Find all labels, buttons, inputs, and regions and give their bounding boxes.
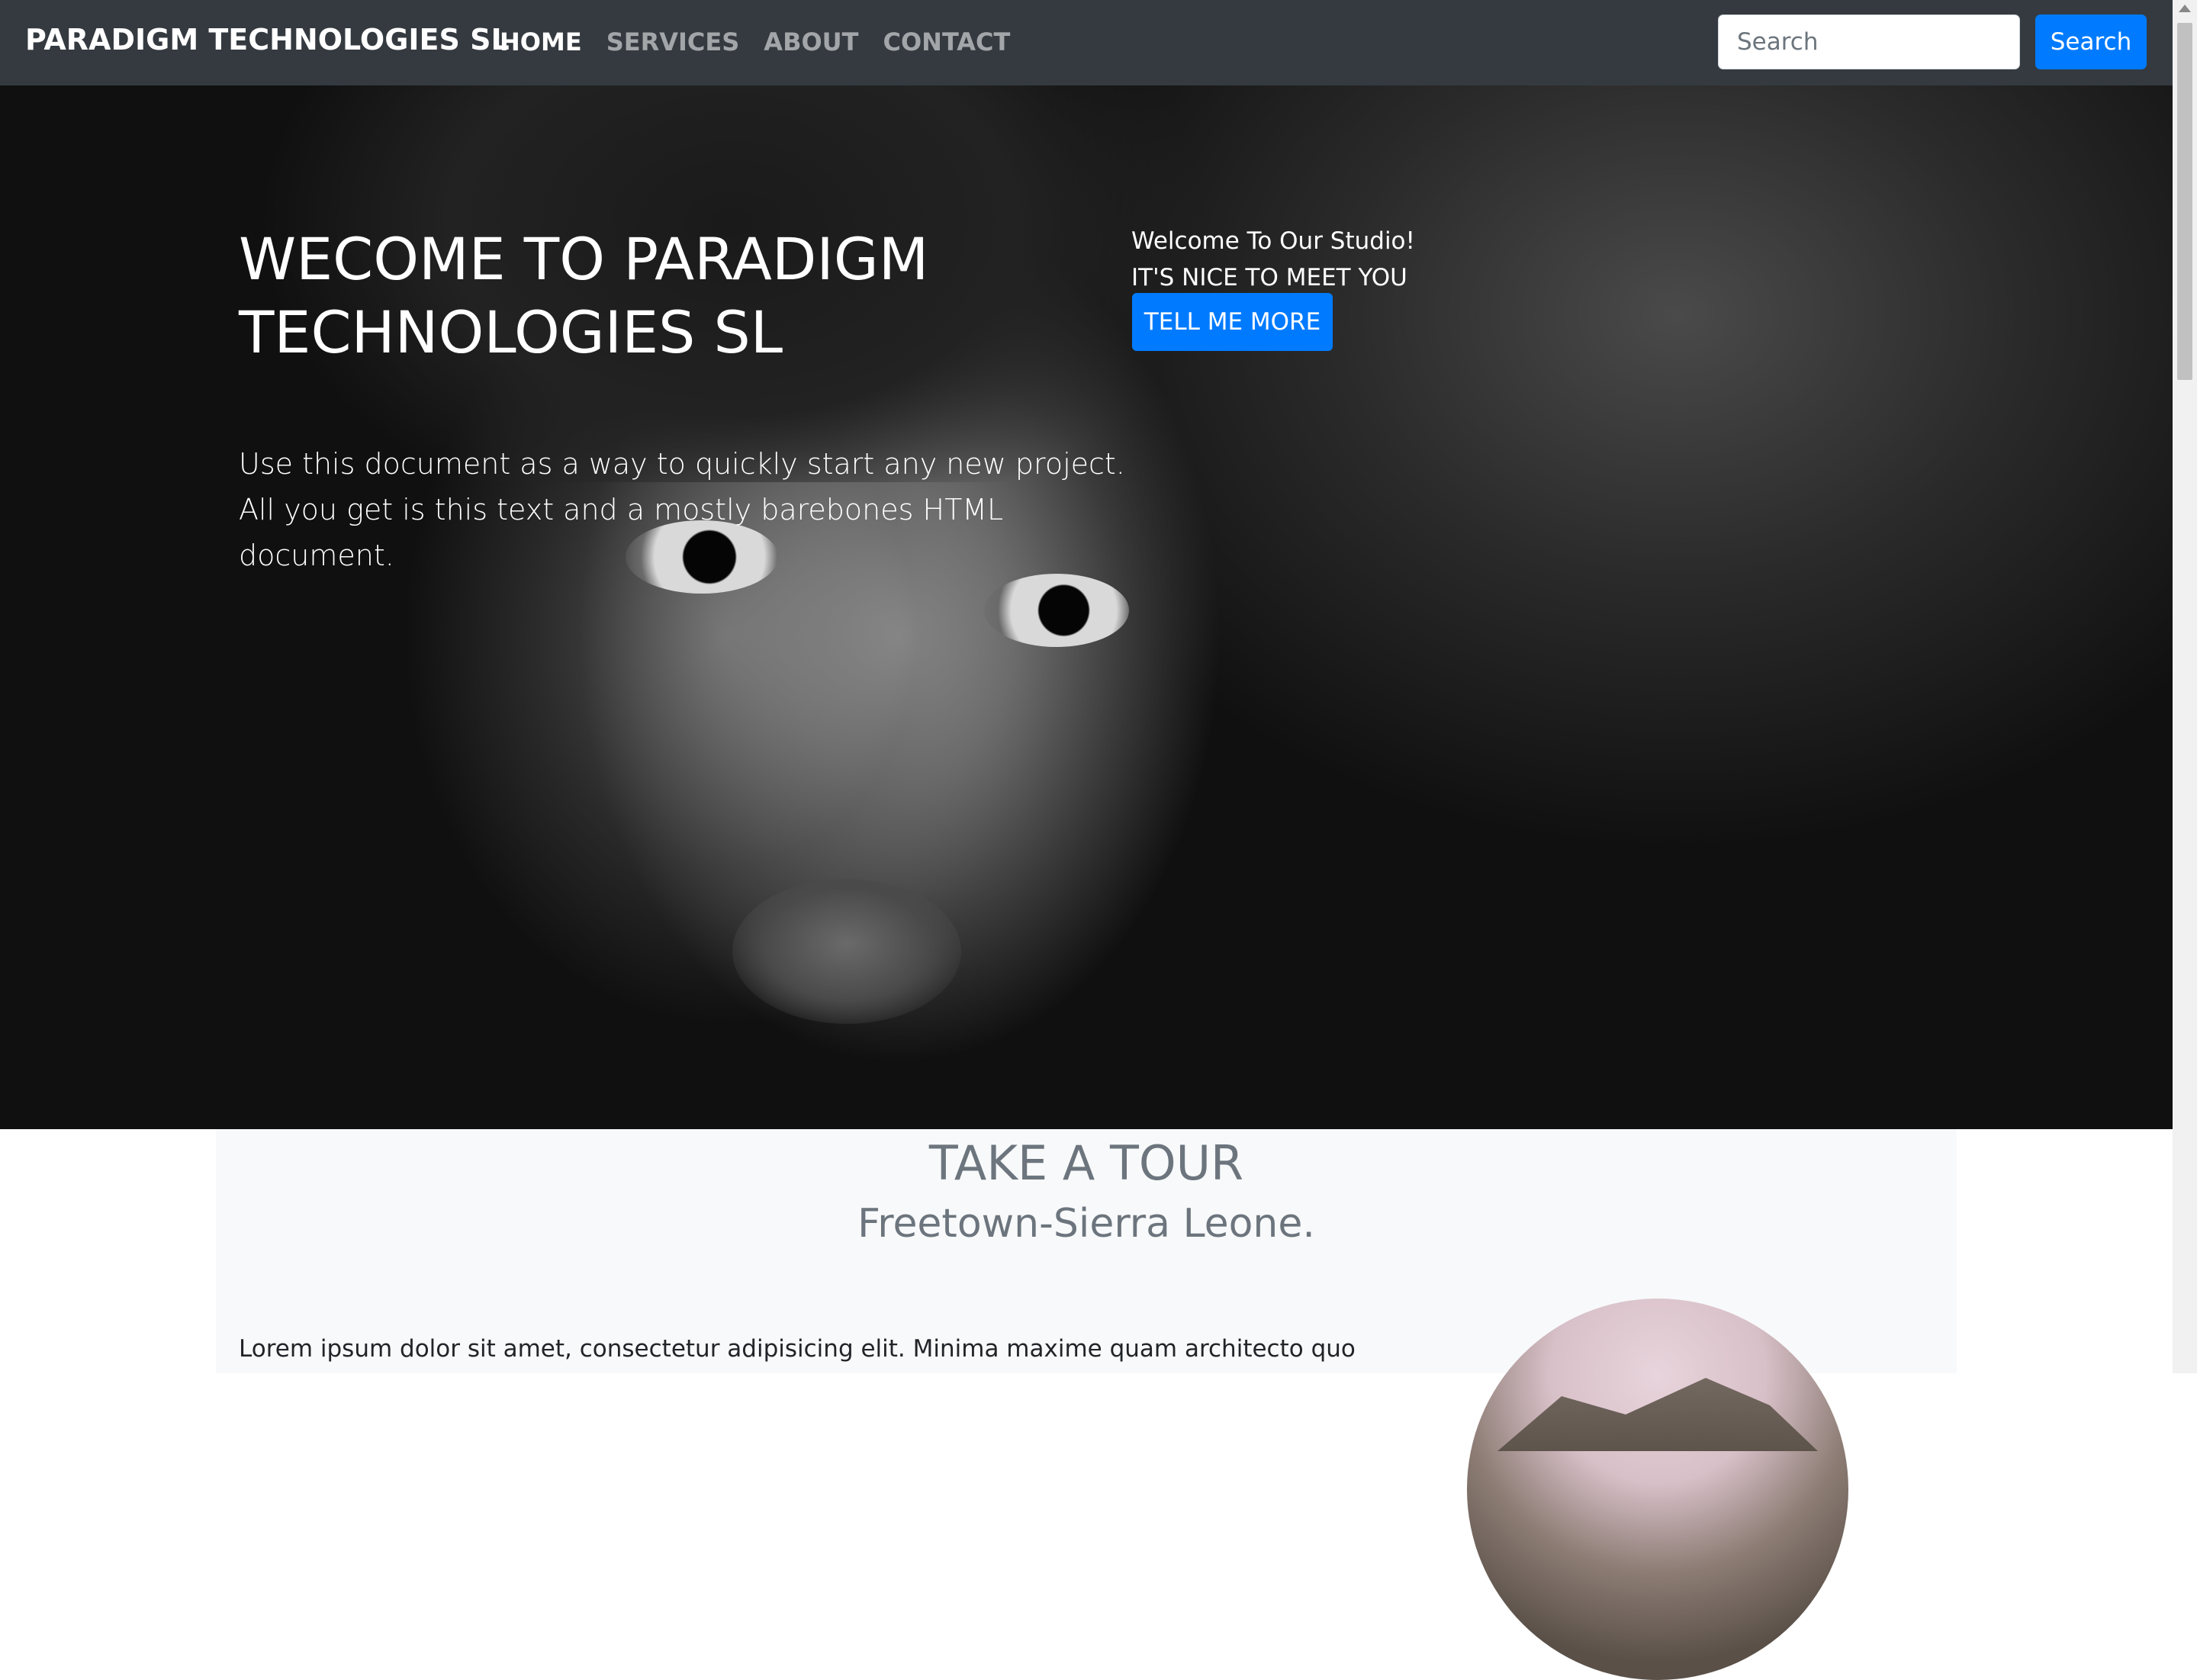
nav-link-home[interactable]: HOME (500, 27, 582, 56)
tour-circular-photo (1467, 1299, 1848, 1680)
scrollbar-thumb[interactable] (2177, 23, 2192, 380)
tour-subtitle: Freetown-Sierra Leone. (857, 1201, 1315, 1247)
mountain-image-detail (1497, 1378, 1818, 1451)
hero-title: WECOME TO PARADIGM TECHNOLOGIES SL (239, 225, 929, 366)
tour-body-text: Lorem ipsum dolor sit amet, consectetur … (239, 1335, 1356, 1363)
brand-logo[interactable]: PARADIGM TECHNOLOGIES SL (25, 23, 510, 56)
hero-banner: WECOME TO PARADIGM TECHNOLOGIES SL Use t… (0, 85, 2173, 1129)
welcome-line-1: Welcome To Our Studio! (1131, 227, 1415, 255)
tell-me-more-button[interactable]: TELL ME MORE (1132, 293, 1333, 351)
nav-link-contact[interactable]: CONTACT (883, 27, 1010, 56)
scroll-up-arrow-icon[interactable] (2179, 5, 2191, 12)
hero-photo-lips (732, 879, 961, 1024)
tour-section: TAKE A TOUR Freetown-Sierra Leone. Lorem… (216, 1129, 1957, 1680)
hero-description-line-1: Use this document as a way to quickly st… (239, 447, 1125, 481)
welcome-line-2: IT'S NICE TO MEET YOU (1131, 264, 1407, 291)
nav-link-about[interactable]: ABOUT (764, 27, 858, 56)
hero-photo-right-eye (984, 574, 1129, 647)
nav-link-services[interactable]: SERVICES (606, 27, 740, 56)
search-button[interactable]: Search (2035, 14, 2147, 69)
hero-description-line-2: All you get is this text and a mostly ba… (239, 493, 1004, 572)
hero-description: Use this document as a way to quickly st… (239, 441, 1154, 578)
page-scrollbar[interactable] (2173, 0, 2197, 1373)
top-navbar: PARADIGM TECHNOLOGIES SL HOME SERVICES A… (0, 0, 2173, 85)
welcome-block: Welcome To Our Studio! IT'S NICE TO MEET… (1131, 223, 1415, 296)
search-input[interactable] (1718, 14, 2020, 69)
nav-links: HOME SERVICES ABOUT CONTACT (500, 27, 1034, 56)
tour-title: TAKE A TOUR (928, 1135, 1244, 1191)
